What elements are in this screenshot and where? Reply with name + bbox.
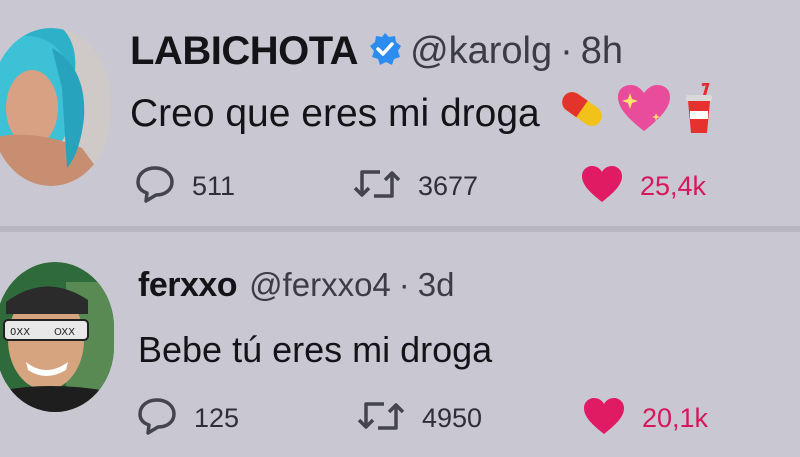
handle[interactable]: @karolg bbox=[410, 30, 552, 73]
svg-text:0XX: 0XX bbox=[10, 327, 30, 338]
retweet-icon bbox=[356, 396, 406, 441]
retweet-icon bbox=[352, 164, 402, 209]
sparkling-heart-icon bbox=[616, 83, 672, 145]
handle[interactable]: @ferxxo4 bbox=[249, 266, 391, 304]
reply-button[interactable]: 511 bbox=[134, 164, 235, 208]
cup-with-straw-icon bbox=[682, 80, 716, 145]
tweet-karolg[interactable]: LABICHOTA @karolg · 8h Creo que eres mi … bbox=[0, 0, 800, 226]
reply-button[interactable]: 125 bbox=[136, 396, 239, 440]
tweet-text: Creo que eres mi droga bbox=[130, 92, 540, 135]
retweet-count: 3677 bbox=[418, 170, 479, 201]
heart-icon bbox=[582, 396, 626, 441]
heart-icon bbox=[580, 164, 624, 209]
timestamp[interactable]: 3d bbox=[418, 266, 455, 304]
separator: · bbox=[398, 266, 410, 303]
retweet-count: 4950 bbox=[422, 402, 483, 433]
svg-text:OXX: OXX bbox=[54, 327, 75, 338]
like-count: 20,1k bbox=[642, 402, 709, 433]
separator: · bbox=[560, 29, 573, 72]
retweet-button[interactable]: 3677 bbox=[352, 164, 478, 208]
avatar-ferxxo[interactable]: 0XX OXX bbox=[0, 262, 114, 412]
tweet-text: Bebe tú eres mi droga bbox=[138, 329, 493, 370]
pill-icon bbox=[558, 87, 606, 141]
retweet-button[interactable]: 4950 bbox=[356, 396, 482, 440]
timestamp[interactable]: 8h bbox=[581, 30, 623, 73]
tweet-ferxxo[interactable]: 0XX OXX ferxxo @ferxxo4 · 3d Bebe tú ere… bbox=[0, 232, 800, 457]
reply-icon bbox=[134, 164, 176, 209]
reply-count: 511 bbox=[192, 170, 236, 201]
like-count: 25,4k bbox=[640, 170, 707, 201]
like-button[interactable]: 20,1k bbox=[582, 396, 708, 440]
like-button[interactable]: 25,4k bbox=[580, 164, 706, 208]
reply-icon bbox=[136, 396, 178, 441]
avatar-karolg[interactable] bbox=[0, 28, 110, 186]
reply-count: 125 bbox=[194, 402, 240, 433]
verified-badge-icon bbox=[368, 32, 402, 71]
display-name[interactable]: ferxxo bbox=[138, 266, 238, 305]
display-name[interactable]: LABICHOTA bbox=[130, 29, 359, 74]
